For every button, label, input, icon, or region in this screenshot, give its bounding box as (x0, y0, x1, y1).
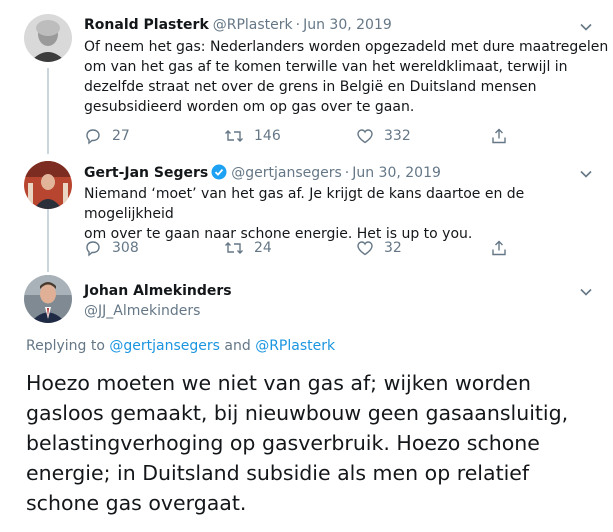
tweet-text-line: gesubsidieerd worden om op gas over te g… (84, 99, 415, 115)
like-count: 332 (384, 128, 411, 144)
avatar-segers[interactable] (24, 161, 72, 209)
main-tweet-text: Hoezo moeten we niet van gas af; wijken … (26, 368, 586, 518)
tweet-date[interactable]: Jun 30, 2019 (303, 17, 392, 33)
reply-button[interactable]: 27 (84, 127, 130, 145)
author-handle[interactable]: @RPlasterk (213, 17, 293, 33)
replying-to: Replying to @gertjansegers and @RPlaster… (26, 338, 335, 354)
retweet-icon (225, 130, 243, 142)
author-handle[interactable]: @gertjansegers (231, 165, 342, 181)
author-handle[interactable]: @JJ_Almekinders (84, 303, 200, 319)
share-icon (492, 128, 506, 144)
verified-badge-icon (211, 164, 227, 180)
separator: · (295, 17, 301, 33)
like-button[interactable]: 32 (356, 239, 402, 257)
tweet-text-line: belastingverhoging op gasverbruik. Hoezo… (26, 431, 540, 455)
tweet-text-line: Niemand ‘moet’ van het gas af. Je krijgt… (84, 186, 525, 222)
tweet-date[interactable]: Jun 30, 2019 (352, 165, 441, 181)
like-count: 32 (384, 240, 402, 256)
chevron-down-icon[interactable] (579, 167, 593, 181)
tweet-text-line: gasloos gemaakt, bij nieuwbouw geen gasa… (26, 401, 569, 425)
reply-count: 27 (112, 128, 130, 144)
like-button[interactable]: 332 (356, 127, 411, 145)
share-icon (492, 240, 506, 256)
reply-button[interactable]: 308 (84, 239, 139, 257)
avatar-almekinders[interactable] (24, 275, 72, 323)
tweet-plasterk[interactable]: Ronald Plasterk @RPlasterk · Jun 30, 2019 O… (0, 0, 613, 155)
retweet-icon (225, 242, 243, 254)
tweet-text-line: om van het gas af te komen terwille van … (84, 59, 568, 75)
like-icon (357, 241, 373, 256)
author-name[interactable]: Ronald Plasterk (84, 17, 209, 33)
tweet-segers[interactable]: Gert-Jan Segers @gertjansegers · Jun 30, 20… (0, 155, 613, 275)
replying-to-label: Replying to (26, 338, 105, 354)
tweet-text-line: Hoezo moeten we niet van gas af; wijken … (26, 371, 532, 395)
tweet-text-line: Of neem het gas: Nederlanders worden opg… (84, 39, 609, 55)
tweet-text-line: dezelfde straat net over de grens in Bel… (84, 79, 537, 95)
separator: · (344, 165, 350, 181)
retweet-count: 146 (254, 128, 281, 144)
reply-icon (86, 129, 100, 145)
retweet-button[interactable]: 146 (224, 127, 281, 145)
share-button[interactable] (490, 239, 508, 257)
tweet-text-line: schone gas overgaat. (26, 491, 247, 515)
mention-link[interactable]: @gertjansegers (109, 338, 220, 354)
author-name[interactable]: Johan Almekinders (84, 283, 232, 299)
tweet-text-line: energie; in Duitsland subsidie als men o… (26, 461, 530, 485)
mention-link[interactable]: @RPlasterk (255, 338, 335, 354)
retweet-button[interactable]: 24 (224, 239, 272, 257)
author-name[interactable]: Gert-Jan Segers (84, 165, 208, 181)
replying-to-and: and (224, 338, 251, 354)
reply-count: 308 (112, 240, 139, 256)
like-icon (357, 129, 373, 144)
share-button[interactable] (490, 127, 508, 145)
avatar-plasterk[interactable] (24, 14, 72, 62)
chevron-down-icon[interactable] (579, 20, 593, 34)
reply-icon (86, 241, 100, 257)
chevron-down-icon[interactable] (579, 285, 593, 299)
retweet-count: 24 (254, 240, 272, 256)
